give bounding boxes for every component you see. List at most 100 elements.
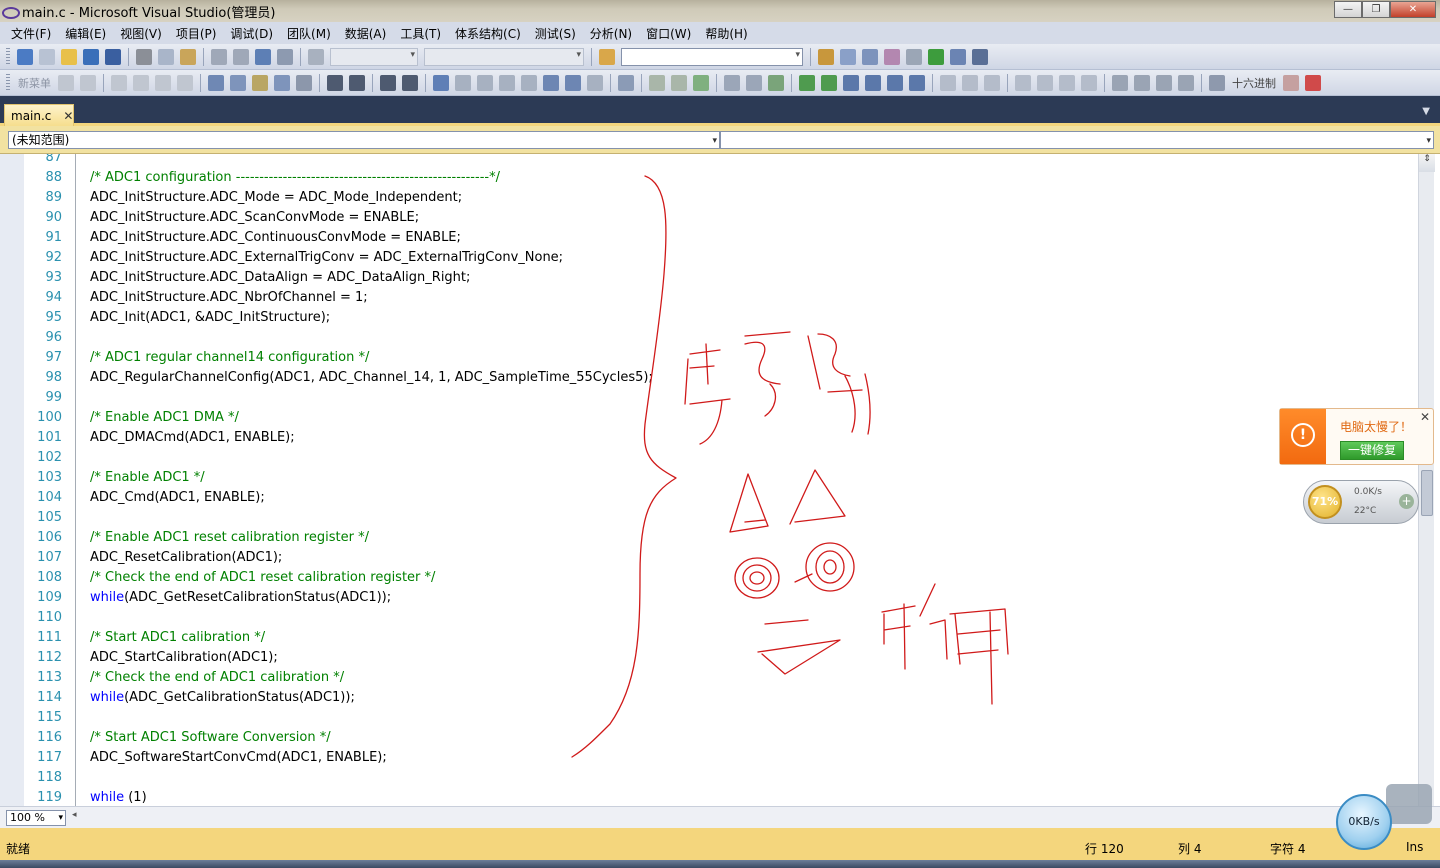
menu-analyze[interactable]: 分析(N) — [583, 25, 639, 42]
extension-manager-icon[interactable] — [950, 48, 966, 65]
attach-icon[interactable] — [133, 74, 149, 91]
vertical-scrollbar[interactable]: ⇕ — [1418, 154, 1435, 806]
continue-icon[interactable] — [1015, 74, 1031, 91]
menu-team[interactable]: 团队(M) — [280, 25, 338, 42]
navigate-forward-icon[interactable] — [277, 48, 293, 65]
breakpoint-all-icon[interactable] — [746, 74, 762, 91]
step-into-icon[interactable] — [671, 74, 687, 91]
memory-usage-gauge[interactable]: 71% — [1308, 485, 1342, 519]
modules-icon[interactable] — [909, 74, 925, 91]
step-in-icon[interactable] — [1134, 74, 1150, 91]
start-page-icon[interactable] — [928, 48, 944, 65]
tab-main-c[interactable]: main.c ✕ — [4, 104, 74, 126]
grid-alt-icon[interactable] — [80, 74, 96, 91]
find-symbol-icon[interactable] — [818, 48, 834, 65]
layout-icon[interactable] — [208, 74, 224, 91]
popup-close-icon[interactable]: ✕ — [1420, 410, 1430, 424]
network-speed-ball[interactable]: 0KB/s — [1336, 794, 1392, 850]
call-stack-icon[interactable] — [865, 74, 881, 91]
code-editor[interactable]: 87 88/* ADC1 configuration --------------… — [0, 154, 1440, 806]
locals-icon[interactable] — [821, 74, 837, 91]
split-handle-icon[interactable]: ⇕ — [1419, 154, 1435, 172]
decrease-indent-icon[interactable] — [327, 74, 343, 91]
menu-project[interactable]: 项目(P) — [169, 25, 224, 42]
solution-explorer-icon[interactable] — [840, 48, 856, 65]
hexadecimal-toggle[interactable]: 十六进制 — [1232, 75, 1276, 91]
one-click-fix-button[interactable]: 一键修复 — [1340, 441, 1404, 460]
comment-out-icon[interactable] — [380, 74, 396, 91]
cut-disabled-icon[interactable] — [111, 74, 127, 91]
member-dropdown[interactable]: ▾ — [720, 131, 1434, 149]
properties-icon[interactable] — [862, 48, 878, 65]
menu-debug[interactable]: 调试(D) — [223, 25, 280, 42]
bookmark-disable-icon[interactable] — [587, 74, 603, 91]
toolbar-grip[interactable] — [6, 73, 10, 92]
pointer-icon[interactable] — [230, 74, 246, 91]
save-all-icon[interactable] — [105, 48, 121, 65]
copy-icon[interactable] — [158, 48, 174, 65]
solution-configuration-dropdown[interactable] — [330, 47, 418, 66]
step-over-icon[interactable] — [693, 74, 709, 91]
save-icon[interactable] — [83, 48, 99, 65]
disassembly-icon[interactable] — [984, 74, 1000, 91]
bookmark-folder-icon[interactable] — [499, 74, 515, 91]
object-browser-icon[interactable] — [884, 48, 900, 65]
play-icon[interactable] — [155, 74, 171, 91]
menu-architecture[interactable]: 体系结构(C) — [448, 25, 528, 42]
show-next-statement-icon[interactable] — [1112, 74, 1128, 91]
scope-dropdown[interactable]: (未知范围) ▾ — [8, 131, 720, 149]
step-icon[interactable] — [649, 74, 665, 91]
toolbar-grip[interactable] — [6, 47, 10, 66]
open-file-icon[interactable] — [61, 48, 77, 65]
maximize-button[interactable]: ❐ — [1362, 1, 1390, 18]
step-out-icon[interactable] — [1178, 74, 1194, 91]
menu-test[interactable]: 测试(S) — [528, 25, 583, 42]
new-project-icon[interactable] — [17, 48, 33, 65]
paste-icon[interactable] — [180, 48, 196, 65]
breakpoint-icon[interactable] — [724, 74, 740, 91]
cut-icon[interactable] — [136, 48, 152, 65]
menu-view[interactable]: 视图(V) — [113, 25, 169, 42]
restart-icon[interactable] — [1081, 74, 1097, 91]
font-icon[interactable] — [274, 74, 290, 91]
list-icon[interactable] — [296, 74, 312, 91]
uncomment-icon[interactable] — [402, 74, 418, 91]
autos-icon[interactable] — [843, 74, 859, 91]
tab-list-dropdown-icon[interactable]: ▼ — [1422, 106, 1430, 117]
expand-plus-icon[interactable]: + — [1399, 494, 1414, 509]
horizontal-scrollbar[interactable]: 100 % ▾ ◂ — [0, 806, 1440, 828]
menu-edit[interactable]: 编辑(E) — [58, 25, 113, 42]
grid-icon[interactable] — [58, 74, 74, 91]
menu-tools[interactable]: 工具(T) — [393, 25, 448, 42]
breakpoint-window-icon[interactable] — [768, 74, 784, 91]
bookmark-prev-icon[interactable] — [455, 74, 471, 91]
close-button[interactable]: ✕ — [1390, 1, 1436, 18]
command-window-icon[interactable] — [972, 48, 988, 65]
menu-file[interactable]: 文件(F) — [4, 25, 58, 42]
menu-data[interactable]: 数据(A) — [338, 25, 394, 42]
break-all-icon[interactable] — [1037, 74, 1053, 91]
play-next-icon[interactable] — [177, 74, 193, 91]
tab-close-icon[interactable]: ✕ — [63, 109, 73, 123]
solution-platform-dropdown[interactable] — [424, 47, 584, 66]
bookmark-doc-icon[interactable] — [543, 74, 559, 91]
system-monitor-widget[interactable]: 71% 0.0K/s 22°C + — [1303, 480, 1419, 524]
memory-icon[interactable] — [940, 74, 956, 91]
zoom-dropdown[interactable]: 100 % ▾ — [6, 810, 66, 826]
scrollbar-thumb[interactable] — [1421, 470, 1433, 516]
threads-icon[interactable] — [887, 74, 903, 91]
navigate-backward-icon[interactable] — [255, 48, 271, 65]
menu-window[interactable]: 窗口(W) — [639, 25, 698, 42]
stop-icon[interactable] — [1059, 74, 1075, 91]
breakpoints-menu-icon[interactable] — [1305, 74, 1321, 91]
bookmark-doc-next-icon[interactable] — [565, 74, 581, 91]
scroll-left-icon[interactable]: ◂ — [72, 810, 77, 820]
tray-handle[interactable] — [1386, 784, 1432, 824]
registers-icon[interactable] — [962, 74, 978, 91]
redo-icon[interactable] — [233, 48, 249, 65]
menu-help[interactable]: 帮助(H) — [698, 25, 754, 42]
start-debugging-icon[interactable] — [308, 48, 324, 65]
new-menu-button[interactable]: 新菜单 — [18, 75, 51, 91]
watch-icon[interactable] — [799, 74, 815, 91]
bookmark-next-icon[interactable] — [477, 74, 493, 91]
